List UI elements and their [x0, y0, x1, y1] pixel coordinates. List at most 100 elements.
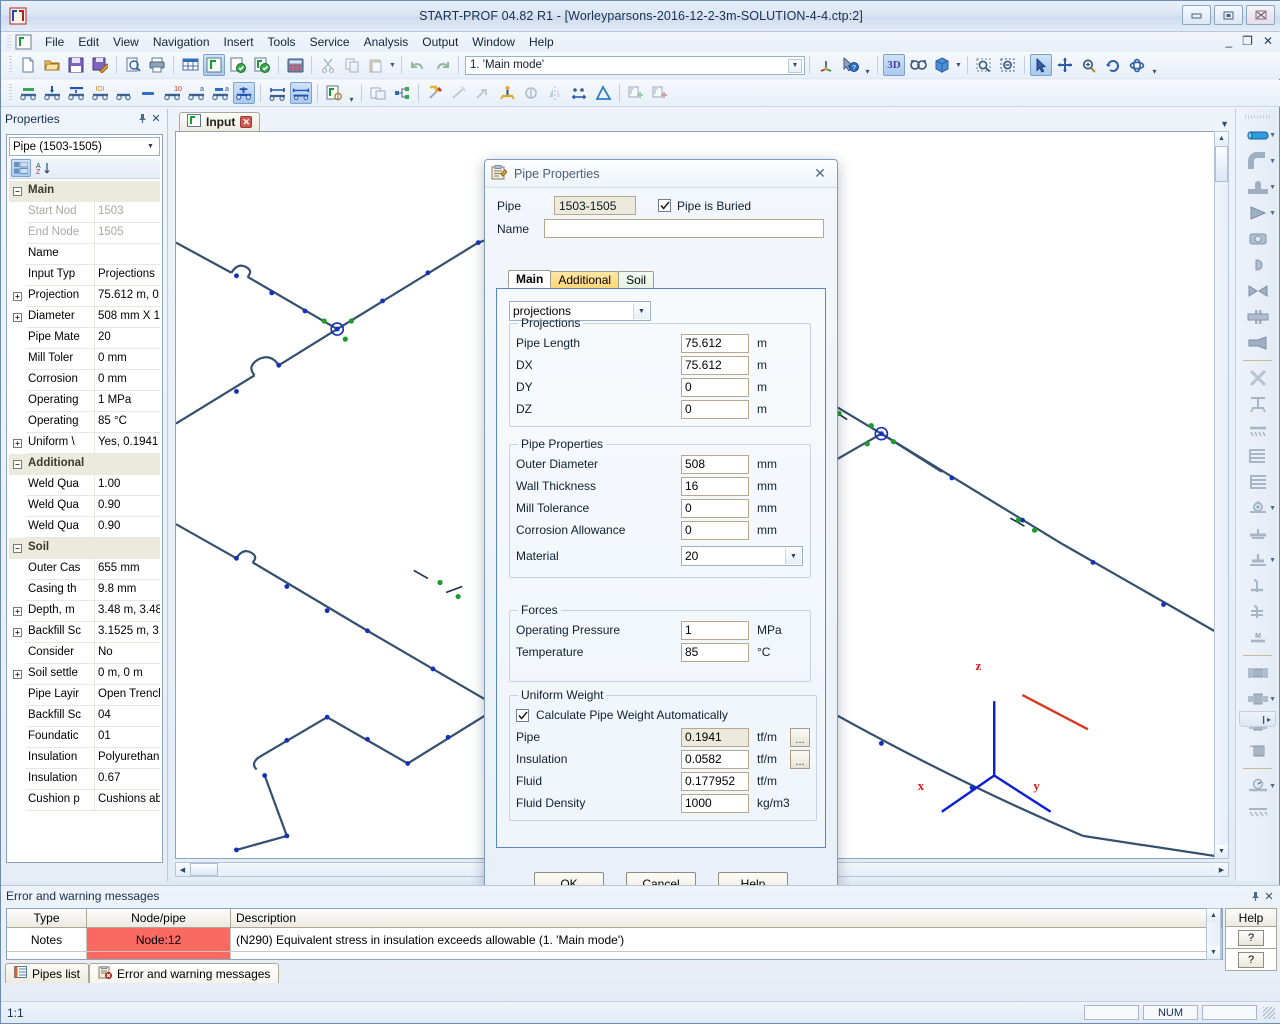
property-row[interactable]: Weld Qua0.90	[9, 517, 160, 538]
column-description[interactable]: Description	[231, 909, 1222, 927]
chevron-down-icon[interactable]: ▼	[1269, 696, 1276, 703]
print-preview-icon[interactable]	[122, 54, 144, 76]
tab-overflow-icon[interactable]: ▼	[1220, 119, 1229, 129]
menu-item-navigation[interactable]: Navigation	[146, 33, 217, 51]
pan-icon[interactable]	[1054, 54, 1076, 76]
pin-icon[interactable]	[1248, 889, 1262, 903]
menu-item-service[interactable]: Service	[303, 33, 357, 51]
property-row[interactable]: ConsiderNo	[9, 643, 160, 664]
save-icon[interactable]	[65, 54, 87, 76]
guide-support-icon[interactable]	[1246, 445, 1270, 467]
close-icon[interactable]: ✕	[240, 116, 252, 128]
property-value[interactable]: 9.8 mm	[94, 580, 160, 601]
pipe-insert-icon[interactable]	[17, 82, 39, 104]
properties-grid[interactable]: –MainStart Nod1503End Node1505NameInput …	[9, 181, 160, 860]
property-row[interactable]: Start Nod1503	[9, 202, 160, 223]
line-tool-icon[interactable]	[448, 82, 470, 104]
calculator-icon[interactable]	[284, 54, 306, 76]
toolbar-overflow-icon[interactable]: ▾	[346, 82, 357, 104]
copy-model-icon[interactable]	[625, 82, 647, 104]
calculate-weight-checkbox[interactable]	[516, 709, 529, 722]
moment-restraint-icon[interactable]: M	[1246, 627, 1270, 649]
mill-tolerance-input[interactable]: 0	[681, 499, 749, 518]
minimize-button[interactable]	[1182, 5, 1211, 25]
property-value[interactable]: 0 m, 0 m	[94, 664, 160, 685]
chevron-down-icon[interactable]: ▼	[1269, 132, 1276, 139]
help-row-button[interactable]: ?	[1238, 952, 1264, 968]
zoom-fit-icon[interactable]	[997, 54, 1019, 76]
pipe-plain-icon[interactable]	[113, 82, 135, 104]
property-row[interactable]: +Uniform \Yes, 0.1941 tf,	[9, 433, 160, 454]
error-grid-scrollbar[interactable]: ▲ ▼	[1206, 908, 1221, 960]
chevron-down-icon[interactable]: ▼	[1269, 557, 1276, 564]
pipe-node-icon[interactable]	[41, 82, 63, 104]
property-row[interactable]: Casing th9.8 mm	[9, 580, 160, 601]
anchor-icon[interactable]	[496, 82, 518, 104]
properties-window-icon[interactable]	[367, 82, 389, 104]
resize-grip[interactable]	[1263, 1007, 1275, 1019]
chevron-down-icon[interactable]: ▼	[1269, 783, 1276, 790]
tab-main[interactable]: Main	[508, 270, 551, 288]
mdi-minimize-button[interactable]: _	[1225, 34, 1232, 48]
delete-element-icon[interactable]	[1246, 367, 1270, 389]
collapse-toggle-icon[interactable]: –	[9, 181, 26, 202]
property-value[interactable]: 1503	[94, 202, 160, 223]
chevron-down-icon[interactable]: ▼	[1269, 505, 1276, 512]
tree-icon[interactable]	[391, 82, 413, 104]
pipe-buried-icon[interactable]	[233, 82, 255, 104]
pipe-ab-icon[interactable]: a	[209, 82, 231, 104]
name-input[interactable]	[544, 219, 824, 238]
tab-pipes-list[interactable]: Pipes list	[5, 963, 89, 983]
maximize-button[interactable]	[1214, 5, 1243, 25]
property-value[interactable]: 3.1525 m, 3.1	[94, 622, 160, 643]
property-value[interactable]: 508 mm X 16	[94, 307, 160, 328]
property-value[interactable]: 0.90	[94, 517, 160, 538]
chevron-down-icon[interactable]: ▼	[1269, 158, 1276, 165]
property-value[interactable]: 0 mm	[94, 370, 160, 391]
property-row[interactable]: Name	[9, 244, 160, 265]
model-view-icon[interactable]	[203, 54, 225, 76]
column-type[interactable]: Type	[7, 909, 87, 927]
tab-error-messages[interactable]: Error and warning messages	[89, 963, 279, 983]
pin-icon[interactable]	[135, 112, 149, 126]
branch-tool-icon[interactable]	[472, 82, 494, 104]
zoom-icon[interactable]	[1078, 54, 1100, 76]
bend-element-icon[interactable]	[1246, 150, 1270, 172]
pipe-io-icon[interactable]: IOI	[89, 82, 111, 104]
property-row[interactable]: Pipe LayirOpen Trench	[9, 685, 160, 706]
property-value[interactable]: 1.00	[94, 475, 160, 496]
properties-object-selector[interactable]: Pipe (1503-1505) ▼	[9, 137, 160, 156]
expand-toggle-icon[interactable]: +	[9, 664, 26, 685]
property-row[interactable]: Operating1 MPa	[9, 391, 160, 412]
property-value[interactable]: Open Trench	[94, 685, 160, 706]
property-row[interactable]: Weld Qua1.00	[9, 475, 160, 496]
property-row[interactable]: Pipe Mate20	[9, 328, 160, 349]
property-value[interactable]: 3.48 m, 3.48 r	[94, 601, 160, 622]
toolbar-grip[interactable]	[9, 84, 12, 102]
property-category[interactable]: –Main	[9, 181, 160, 202]
toolbar-grip[interactable]	[9, 56, 12, 74]
pipe-span-icon[interactable]	[290, 82, 312, 104]
property-value[interactable]: Polyurethane	[94, 748, 160, 769]
fixed-point-icon[interactable]	[1246, 601, 1270, 623]
orbit-icon[interactable]	[1126, 54, 1148, 76]
toolbar-grip[interactable]	[1245, 115, 1271, 119]
expand-toggle-icon[interactable]: +	[9, 622, 26, 643]
select-icon[interactable]	[1030, 54, 1052, 76]
tab-additional[interactable]: Additional	[550, 271, 619, 288]
help-cursor-icon[interactable]: ?	[839, 54, 861, 76]
valve-element-icon[interactable]	[1246, 280, 1270, 302]
cap-element-icon[interactable]	[1246, 254, 1270, 276]
menu-item-tools[interactable]: Tools	[261, 33, 303, 51]
flange-element-icon[interactable]	[1246, 306, 1270, 328]
spring-icon[interactable]	[568, 82, 590, 104]
pressure-gauge-icon[interactable]	[1246, 775, 1270, 797]
property-row[interactable]: Foundatic01	[9, 727, 160, 748]
expansion-joint-icon[interactable]	[1246, 662, 1270, 684]
3d-icon[interactable]: 3D	[883, 54, 905, 76]
property-row[interactable]: Corrosion0 mm	[9, 370, 160, 391]
table-row[interactable]: Notes Node:33 (N290) Equivalent stress i…	[7, 952, 1222, 960]
pipe-is-buried-checkbox[interactable]	[658, 199, 671, 212]
menu-grip[interactable]	[7, 35, 11, 49]
property-row[interactable]: Weld Qua0.90	[9, 496, 160, 517]
